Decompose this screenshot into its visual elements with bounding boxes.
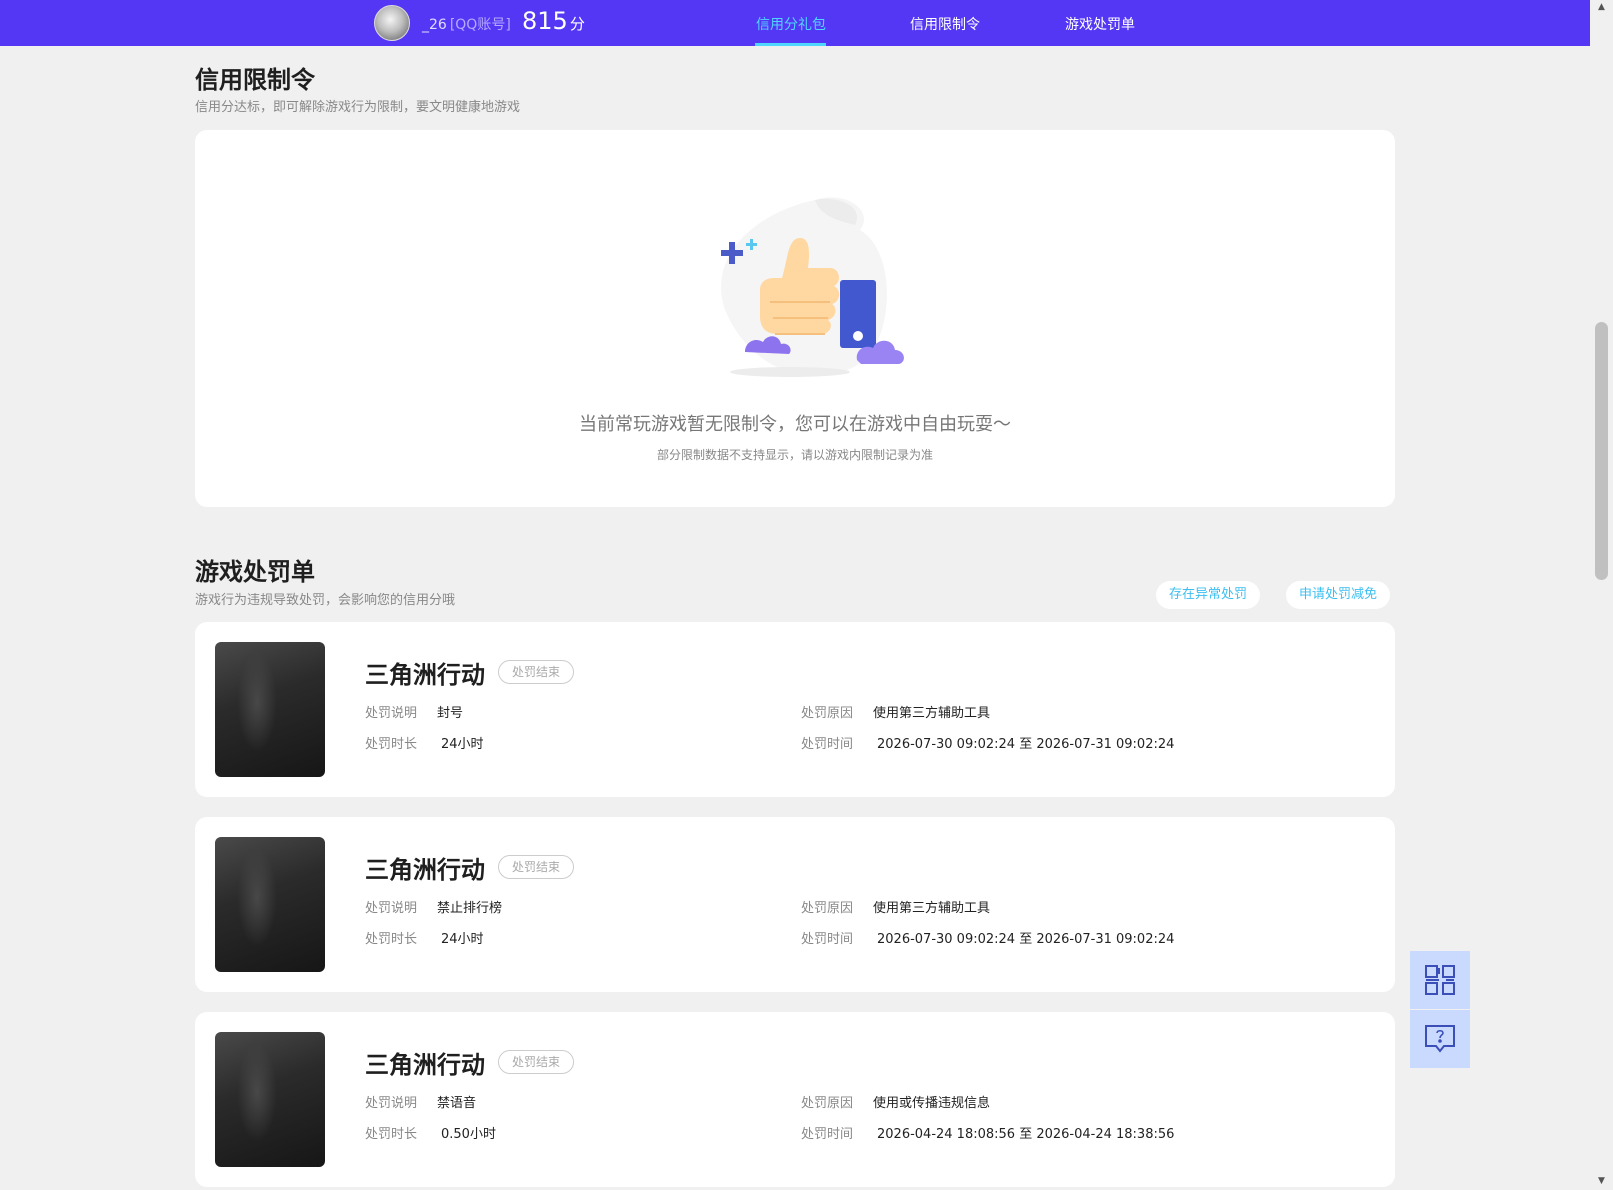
restriction-empty-panel: 当前常玩游戏暂无限制令，您可以在游戏中自由玩耍～ 部分限制数据不支持显示，请以游… (195, 130, 1395, 507)
time-label: 处罚时间 (801, 737, 854, 752)
desc-label: 处罚说明 (365, 901, 418, 916)
user-info: _26 [QQ账号] (422, 14, 511, 34)
desc-value: 禁语音 (437, 1096, 477, 1111)
scroll-up-icon[interactable]: ▲ (1595, 2, 1608, 12)
active-tab-indicator (755, 43, 826, 46)
status-badge: 处罚结束 (498, 1050, 575, 1074)
duration-label: 处罚时长 (365, 1127, 418, 1142)
reason-label: 处罚原因 (801, 706, 854, 721)
penalty-subtitle: 游戏行为违规导致处罚，会影响您的信用分哦 (195, 593, 456, 608)
reason-label: 处罚原因 (801, 1096, 854, 1111)
time-label: 处罚时间 (801, 1127, 854, 1142)
desc-label: 处罚说明 (365, 1096, 418, 1111)
game-thumbnail (215, 837, 325, 972)
penalty-card: 三角洲行动 处罚结束 处罚说明 禁语音 处罚时长 0.50小时 处罚原因 使用或… (195, 1012, 1395, 1187)
game-name: 三角洲行动 (365, 856, 485, 884)
restriction-title: 信用限制令 (195, 66, 315, 94)
status-badge: 处罚结束 (498, 660, 575, 684)
desc-value: 封号 (437, 706, 464, 721)
reason-value: 使用第三方辅助工具 (873, 706, 991, 721)
desc-value: 禁止排行榜 (437, 901, 503, 916)
reason-value: 使用或传播违规信息 (873, 1096, 991, 1111)
duration-label: 处罚时长 (365, 737, 418, 752)
avatar[interactable] (374, 5, 410, 41)
nav-tab-penalty[interactable]: 游戏处罚单 (1065, 14, 1135, 34)
score-value: 815 (522, 7, 568, 35)
credit-score: 815 分 (522, 7, 585, 35)
time-label: 处罚时间 (801, 932, 854, 947)
time-value: 2026-07-30 09:02:24 至 2026-07-31 09:02:2… (877, 932, 1175, 947)
nav-tab-restriction[interactable]: 信用限制令 (910, 14, 980, 34)
scroll-down-icon[interactable]: ▼ (1595, 1176, 1608, 1186)
penalty-card: 三角洲行动 处罚结束 处罚说明 封号 处罚时长 24小时 处罚原因 使用第三方辅… (195, 622, 1395, 797)
game-name: 三角洲行动 (365, 1051, 485, 1079)
thumbs-up-icon (721, 197, 904, 377)
username: _26 (422, 17, 447, 33)
help-button[interactable] (1410, 1010, 1470, 1068)
reason-value: 使用第三方辅助工具 (873, 901, 991, 916)
empty-message: 当前常玩游戏暂无限制令，您可以在游戏中自由玩耍～ (579, 414, 1011, 435)
duration-value: 24小时 (441, 737, 484, 752)
nav-tab-gift[interactable]: 信用分礼包 (756, 14, 826, 34)
apply-reduction-button[interactable]: 申请处罚减免 (1286, 581, 1391, 609)
scrollbar-thumb[interactable] (1595, 322, 1608, 580)
abnormal-penalty-button[interactable]: 存在异常处罚 (1156, 581, 1261, 609)
game-thumbnail (215, 1032, 325, 1167)
game-name: 三角洲行动 (365, 661, 485, 689)
score-unit: 分 (569, 15, 585, 33)
desc-label: 处罚说明 (365, 706, 418, 721)
time-value: 2026-04-24 18:08:56 至 2026-04-24 18:38:5… (877, 1127, 1175, 1142)
duration-value: 24小时 (441, 932, 484, 947)
status-badge: 处罚结束 (498, 855, 575, 879)
scrollbar-track[interactable] (1590, 0, 1613, 1190)
account-type: [QQ账号] (449, 17, 511, 33)
penalty-title: 游戏处罚单 (195, 558, 315, 586)
qrcode-icon (1425, 965, 1455, 995)
help-chat-icon (1425, 1025, 1455, 1053)
penalty-card: 三角洲行动 处罚结束 处罚说明 禁止排行榜 处罚时长 24小时 处罚原因 使用第… (195, 817, 1395, 992)
qrcode-button[interactable] (1410, 951, 1470, 1009)
reason-label: 处罚原因 (801, 901, 854, 916)
game-thumbnail (215, 642, 325, 777)
empty-note: 部分限制数据不支持显示，请以游戏内限制记录为准 (656, 448, 933, 462)
duration-value: 0.50小时 (441, 1127, 496, 1142)
restriction-subtitle: 信用分达标，即可解除游戏行为限制，要文明健康地游戏 (195, 100, 521, 115)
duration-label: 处罚时长 (365, 932, 418, 947)
time-value: 2026-07-30 09:02:24 至 2026-07-31 09:02:2… (877, 737, 1175, 752)
top-bar: _26 [QQ账号] 815 分 信用分礼包 信用限制令 游戏处罚单 (0, 0, 1590, 46)
